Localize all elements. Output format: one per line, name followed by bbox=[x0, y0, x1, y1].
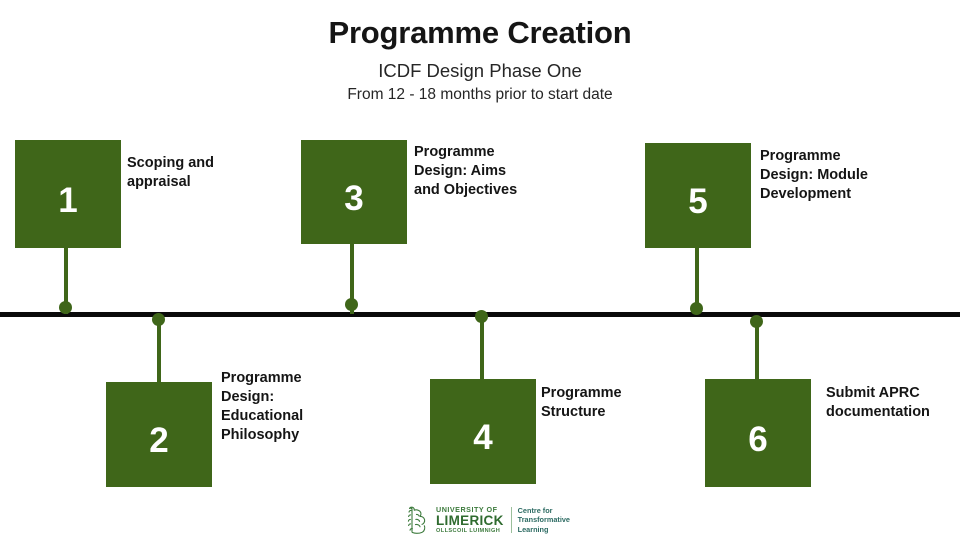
milestone-6-number: 6 bbox=[748, 419, 768, 459]
milestone-6-connector bbox=[755, 320, 759, 382]
page-subtitle: ICDF Design Phase One bbox=[378, 59, 582, 81]
centre-line-2: Transformative bbox=[517, 515, 570, 525]
milestone-6-dot bbox=[750, 315, 763, 328]
milestone-3-number: 3 bbox=[344, 178, 364, 218]
page-subtitle-secondary: From 12 - 18 months prior to start date bbox=[347, 85, 613, 103]
footer-logo: UNIVERSITY OF LIMERICK OLLSCOIL LUIMNIGH… bbox=[406, 504, 570, 536]
university-line-3: OLLSCOIL LUIMNIGH bbox=[436, 527, 501, 534]
milestone-5-number: 5 bbox=[688, 182, 708, 221]
milestone-4-number: 4 bbox=[473, 418, 493, 457]
milestone-3-label: Programme Design: Aims and Objectives bbox=[414, 144, 518, 199]
milestone-1-dot bbox=[59, 301, 72, 314]
logo-divider bbox=[510, 507, 512, 533]
milestone-5-box[interactable]: 5 bbox=[645, 143, 751, 248]
milestone-2-dot bbox=[152, 313, 165, 326]
milestone-5-dot bbox=[690, 302, 703, 315]
milestone-1-box[interactable]: 1 bbox=[15, 140, 121, 248]
header-block: Programme Creation ICDF Design Phase One… bbox=[0, 15, 960, 104]
page-title: Programme Creation bbox=[328, 15, 632, 50]
milestone-4-connector bbox=[480, 317, 484, 381]
milestone-2-number: 2 bbox=[149, 421, 169, 460]
milestone-4-box[interactable]: 4 bbox=[430, 379, 536, 484]
milestone-4-label: Programme Structure bbox=[541, 385, 622, 421]
milestone-4-dot bbox=[475, 310, 488, 323]
university-line-1: UNIVERSITY OF bbox=[436, 504, 498, 514]
centre-wordmark: Centre for Transformative Learning bbox=[518, 506, 570, 534]
university-crest-icon bbox=[407, 506, 426, 534]
milestone-3-dot bbox=[345, 298, 358, 311]
infographic-canvas: Programme Creation ICDF Design Phase One… bbox=[0, 0, 960, 540]
milestone-5-label: Programme Design: Module Development bbox=[760, 148, 868, 203]
university-line-2: LIMERICK bbox=[436, 512, 504, 528]
milestone-1-number: 1 bbox=[58, 180, 78, 220]
milestone-3-box[interactable]: 3 bbox=[301, 140, 407, 244]
milestone-2-connector bbox=[157, 318, 161, 384]
centre-line-3: Learning bbox=[517, 524, 549, 534]
university-wordmark: UNIVERSITY OF LIMERICK OLLSCOIL LUIMNIGH bbox=[436, 504, 504, 535]
milestone-6-label: Submit APRC documentation bbox=[826, 385, 930, 421]
centre-line-1: Centre for bbox=[517, 506, 553, 515]
milestone-1-label: Scoping and appraisal bbox=[127, 155, 214, 191]
milestone-2-box[interactable]: 2 bbox=[106, 382, 212, 487]
milestone-6-box[interactable]: 6 bbox=[705, 379, 811, 487]
milestone-2-label: Programme Design: Educational Philosophy bbox=[221, 370, 304, 444]
